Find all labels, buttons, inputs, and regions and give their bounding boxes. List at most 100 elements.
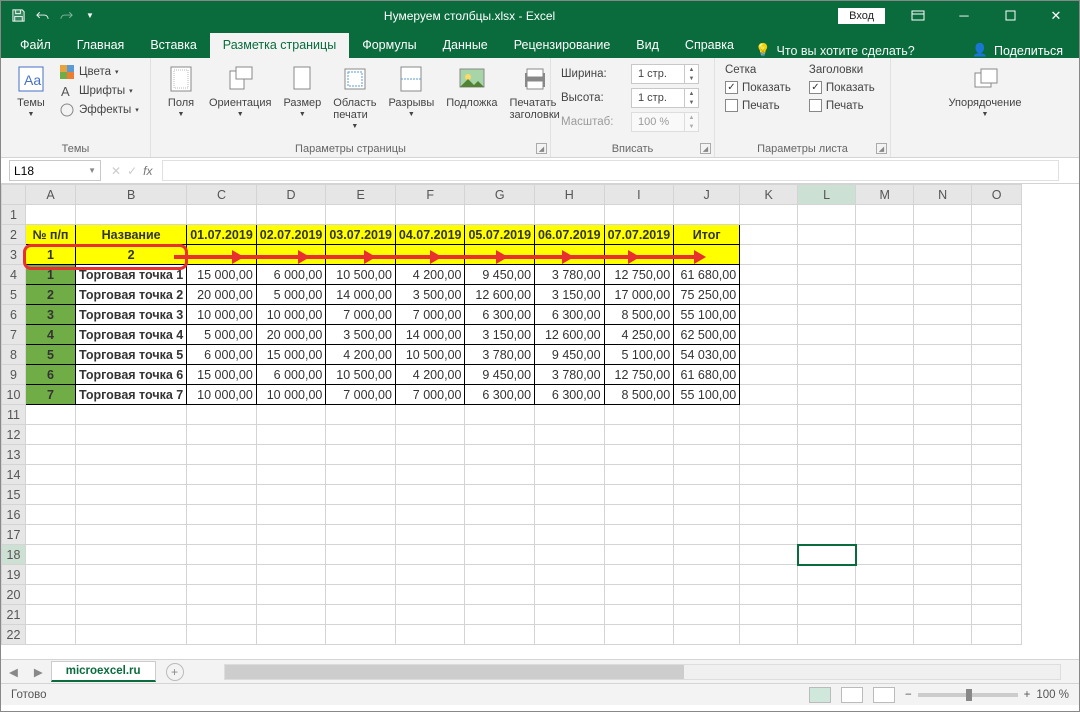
name-cell[interactable]: Торговая точка 6 xyxy=(76,365,187,385)
cell[interactable] xyxy=(972,585,1022,605)
zoom-control[interactable]: − + 100 % xyxy=(905,689,1069,701)
col-header[interactable]: B xyxy=(76,185,187,205)
row-header[interactable]: 8 xyxy=(2,345,26,365)
cell[interactable] xyxy=(26,465,76,485)
page-layout-view-icon[interactable] xyxy=(841,687,863,703)
row-header[interactable]: 10 xyxy=(2,385,26,405)
col-header[interactable]: H xyxy=(535,185,605,205)
cell[interactable] xyxy=(465,625,535,645)
data-cell[interactable]: 6 000,00 xyxy=(187,345,257,365)
data-cell[interactable]: 3 780,00 xyxy=(535,265,605,285)
cell[interactable] xyxy=(674,445,740,465)
cell[interactable] xyxy=(395,545,465,565)
cell[interactable] xyxy=(76,605,187,625)
select-all-corner[interactable] xyxy=(2,185,26,205)
cell[interactable] xyxy=(535,505,605,525)
cell[interactable] xyxy=(326,405,396,425)
cell[interactable] xyxy=(187,425,257,445)
cell[interactable] xyxy=(26,405,76,425)
col-header[interactable]: D xyxy=(256,185,326,205)
col-header[interactable]: O xyxy=(972,185,1022,205)
cell[interactable] xyxy=(674,585,740,605)
cell[interactable] xyxy=(535,205,605,225)
scale-field[interactable]: Масштаб:100 %▲▼ xyxy=(559,111,706,133)
header-cell[interactable]: 06.07.2019 xyxy=(535,225,605,245)
cell[interactable] xyxy=(326,505,396,525)
cell[interactable] xyxy=(740,585,798,605)
data-cell[interactable]: 54 030,00 xyxy=(674,345,740,365)
close-icon[interactable]: ✕ xyxy=(1033,1,1079,30)
data-cell[interactable]: 7 000,00 xyxy=(326,305,396,325)
cell[interactable] xyxy=(465,505,535,525)
cell[interactable] xyxy=(740,225,798,245)
index-cell[interactable]: 5 xyxy=(26,345,76,365)
cell[interactable] xyxy=(856,385,914,405)
cell[interactable] xyxy=(972,265,1022,285)
cell[interactable] xyxy=(972,485,1022,505)
cell[interactable] xyxy=(856,285,914,305)
cell[interactable] xyxy=(856,585,914,605)
cell[interactable] xyxy=(914,485,972,505)
fonts-button[interactable]: AШрифты▾ xyxy=(57,82,141,100)
cell[interactable] xyxy=(972,325,1022,345)
cell[interactable] xyxy=(856,365,914,385)
cell[interactable] xyxy=(798,625,856,645)
cell[interactable] xyxy=(856,345,914,365)
cell[interactable] xyxy=(740,445,798,465)
cell[interactable] xyxy=(465,445,535,465)
cell[interactable] xyxy=(914,365,972,385)
cell[interactable] xyxy=(256,545,326,565)
background-button[interactable]: Подложка xyxy=(440,61,503,132)
cell[interactable] xyxy=(798,265,856,285)
data-cell[interactable]: 6 000,00 xyxy=(256,265,326,285)
cell[interactable] xyxy=(914,445,972,465)
zoom-slider[interactable] xyxy=(918,693,1018,697)
index-cell[interactable]: 6 xyxy=(26,365,76,385)
cell[interactable] xyxy=(256,425,326,445)
cell[interactable] xyxy=(740,545,798,565)
cell[interactable] xyxy=(740,625,798,645)
data-cell[interactable]: 7 000,00 xyxy=(395,385,465,405)
data-cell[interactable]: 6 300,00 xyxy=(465,385,535,405)
cell[interactable] xyxy=(187,405,257,425)
head-show-check[interactable]: ✓Показать xyxy=(807,80,877,95)
colors-button[interactable]: Цвета▾ xyxy=(57,63,141,81)
cell[interactable] xyxy=(465,565,535,585)
cell[interactable] xyxy=(76,565,187,585)
cell[interactable] xyxy=(604,425,674,445)
undo-icon[interactable] xyxy=(31,5,53,27)
cell[interactable] xyxy=(465,205,535,225)
name-cell[interactable]: Торговая точка 7 xyxy=(76,385,187,405)
row-header[interactable]: 19 xyxy=(2,565,26,585)
cell[interactable] xyxy=(914,425,972,445)
cell[interactable] xyxy=(856,445,914,465)
cell[interactable] xyxy=(395,205,465,225)
cell[interactable] xyxy=(26,425,76,445)
data-cell[interactable]: 7 000,00 xyxy=(395,305,465,325)
cell[interactable] xyxy=(740,265,798,285)
row-header[interactable]: 2 xyxy=(2,225,26,245)
numbering-cell[interactable]: 1 xyxy=(26,245,76,265)
formula-input[interactable] xyxy=(162,160,1059,181)
cell[interactable] xyxy=(674,525,740,545)
tab-formulas[interactable]: Формулы xyxy=(349,33,429,58)
col-header[interactable]: G xyxy=(465,185,535,205)
data-cell[interactable]: 10 000,00 xyxy=(187,305,257,325)
cell[interactable] xyxy=(395,565,465,585)
cell[interactable] xyxy=(914,385,972,405)
breaks-button[interactable]: Разрывы▼ xyxy=(382,61,440,132)
cell[interactable] xyxy=(535,585,605,605)
cell[interactable] xyxy=(972,365,1022,385)
cell[interactable] xyxy=(535,425,605,445)
cell[interactable] xyxy=(972,385,1022,405)
data-cell[interactable]: 61 680,00 xyxy=(674,365,740,385)
arrange-button[interactable]: Упорядочение▼ xyxy=(899,61,1071,120)
cell[interactable] xyxy=(856,465,914,485)
data-cell[interactable]: 8 500,00 xyxy=(604,385,674,405)
cell[interactable] xyxy=(914,325,972,345)
login-button[interactable]: Вход xyxy=(838,8,885,24)
cell[interactable] xyxy=(674,205,740,225)
cell[interactable] xyxy=(26,525,76,545)
cell[interactable] xyxy=(26,205,76,225)
tab-file[interactable]: Файл xyxy=(7,33,64,58)
